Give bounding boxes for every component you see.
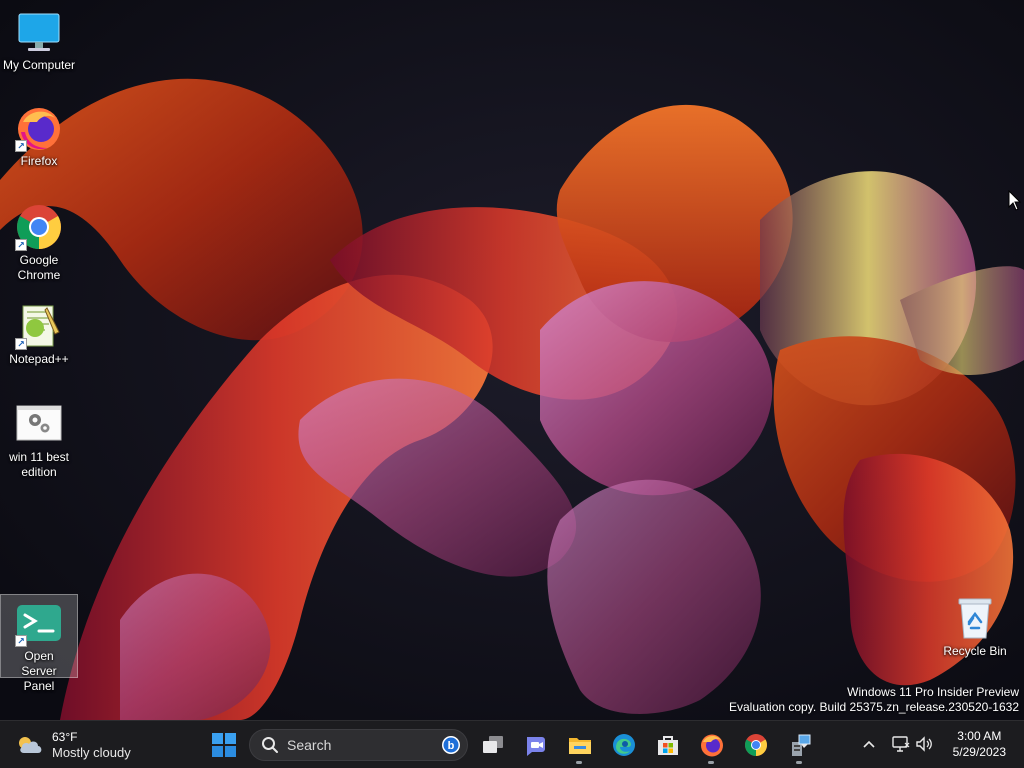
clock-time: 3:00 AM [957,729,1002,743]
edge-button[interactable] [604,725,644,765]
weather-condition: Mostly cloudy [52,744,131,760]
network-icon[interactable] [890,734,910,754]
desktop-icon-label: My Computer [2,58,76,72]
chat-button[interactable] [516,725,556,765]
notepadpp-icon: ↗ [15,302,63,350]
volume-icon[interactable] [914,734,934,754]
taskbar: 63°F Mostly cloudy Search b 3:00 AM 5/29… [0,720,1024,768]
desktop-icon-firefox[interactable]: ↗ Firefox [0,104,78,169]
search-icon [262,737,278,753]
chrome-icon [745,734,767,756]
monitor-icon [15,8,63,56]
running-indicator [708,761,714,764]
shortcut-arrow-icon: ↗ [15,635,27,647]
desktop-icon-chrome[interactable]: ↗ Google Chrome [0,203,78,283]
settings-file-icon [15,400,63,448]
edge-icon [613,734,635,756]
chevron-up-icon [863,740,875,748]
server-panel-icon [792,734,811,756]
evaluation-watermark: Windows 11 Pro Insider Preview Evaluatio… [729,685,1019,715]
bing-icon[interactable]: b [441,735,461,755]
weather-temp: 63°F [52,729,78,744]
mouse-cursor-icon [1008,190,1022,211]
show-hidden-icons-button[interactable] [858,733,880,755]
start-icon [212,733,236,757]
svg-text:b: b [448,740,455,752]
weather-widget[interactable]: 63°F Mostly cloudy [16,727,131,763]
chrome-icon: ↗ [15,203,63,251]
desktop-icon-open-server-panel[interactable]: ↗ Open Server Panel [0,594,78,693]
firefox-icon [701,734,723,757]
firefox-taskbar-button[interactable] [692,725,732,765]
shortcut-arrow-icon: ↗ [15,338,27,350]
watermark-line-2: Evaluation copy. Build 25375.zn_release.… [729,700,1019,714]
chrome-taskbar-button[interactable] [736,725,776,765]
desktop-icon-recycle-bin[interactable]: Recycle Bin [936,594,1014,659]
shortcut-arrow-icon: ↗ [15,239,27,251]
system-clock[interactable]: 3:00 AM 5/29/2023 [953,728,1006,760]
desktop-icon-notepadpp[interactable]: ↗ Notepad++ [0,302,78,367]
terminal-icon: ↗ [15,599,63,647]
task-view-icon [483,736,503,753]
watermark-line-1: Windows 11 Pro Insider Preview [847,685,1019,699]
shortcut-arrow-icon: ↗ [15,140,27,152]
store-button[interactable] [648,725,688,765]
desktop-icon-my-computer[interactable]: My Computer [0,8,78,73]
running-indicator [576,761,582,764]
start-button[interactable] [204,725,244,765]
cloudy-weather-icon [19,737,42,753]
store-icon [658,736,678,755]
desktop-icon-label: Open Server Panel [21,649,57,693]
desktop-icon-label: Notepad++ [9,352,69,366]
file-explorer-icon [569,738,591,754]
firefox-icon: ↗ [15,104,63,152]
desktop-wallpaper [0,0,1024,720]
desktop-icon-label: win 11 best edition [9,450,69,479]
clock-date: 5/29/2023 [952,745,1006,759]
server-panel-taskbar-button[interactable] [780,725,820,765]
desktop-icon-win11-best-edition[interactable]: win 11 best edition [0,400,78,480]
taskbar-search[interactable]: Search b [249,729,468,761]
desktop-icon-label: Google Chrome [17,253,61,282]
recycle-bin-icon [951,594,999,642]
running-indicator [796,761,802,764]
chat-icon [527,737,545,756]
file-explorer-button[interactable] [560,725,600,765]
search-placeholder: Search [287,737,332,753]
desktop-icon-label: Firefox [20,154,58,168]
task-view-button[interactable] [473,725,513,765]
desktop-icon-label: Recycle Bin [943,644,1007,658]
